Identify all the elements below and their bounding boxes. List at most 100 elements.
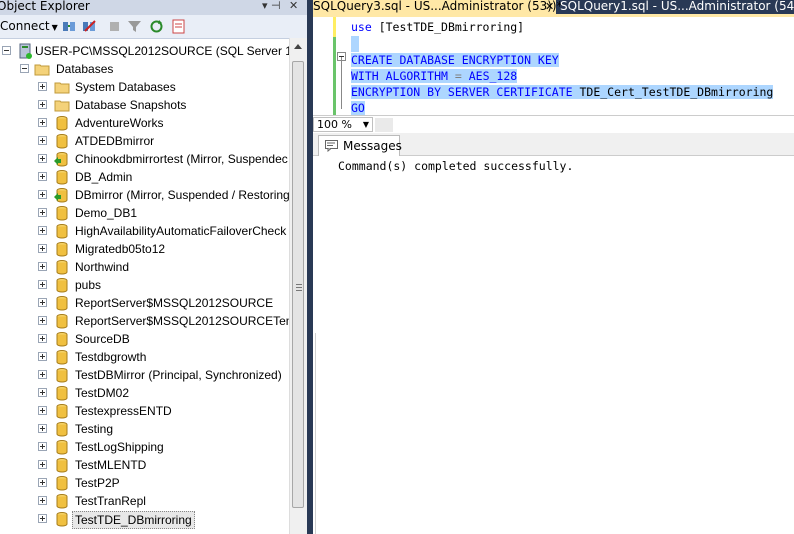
outline-line [341, 57, 342, 109]
expand-icon[interactable] [38, 388, 47, 397]
database-icon [56, 116, 68, 131]
expand-icon[interactable] [38, 118, 47, 127]
close-icon[interactable]: ✕ [289, 0, 298, 12]
zoom-select[interactable]: 100 % ▼ [313, 117, 373, 132]
expand-icon[interactable] [38, 460, 47, 469]
database-label: Testdbgrowth [75, 350, 147, 364]
expand-icon[interactable] [38, 514, 47, 523]
filter-icon[interactable] [127, 19, 142, 34]
close-icon[interactable]: ✕ [545, 0, 554, 13]
database-icon [56, 386, 68, 401]
expand-icon[interactable] [38, 280, 47, 289]
database-label: TestexpressENTD [75, 404, 172, 418]
collapse-icon[interactable] [2, 46, 11, 55]
database-label: TestDBMirror (Principal, Synchronized) [75, 368, 282, 382]
tree-node-database[interactable]: TestLogShipping [0, 438, 289, 456]
server-icon [19, 43, 32, 59]
database-label: DBmirror (Mirror, Suspended / Restoring [75, 188, 289, 202]
keyword: WITH ALGORITHM [351, 69, 448, 83]
result-message: Command(s) completed successfully. [338, 159, 574, 173]
query-editor[interactable]: use [TestTDE_DBmirroring] CREATE DATABAS… [313, 17, 794, 115]
unsaved-change-marker [333, 17, 336, 37]
object-explorer-panel: Object Explorer ▾ ⊣ ✕ Connect ▼ USER-PC\M… [0, 0, 307, 534]
tree-node-database[interactable]: System Databases [0, 78, 289, 96]
tree-node-database[interactable]: DB_Admin [0, 168, 289, 186]
keyword: use [351, 20, 372, 34]
expand-icon[interactable] [38, 352, 47, 361]
collapse-icon[interactable] [20, 64, 29, 73]
database-icon [56, 332, 68, 347]
expand-icon[interactable] [38, 406, 47, 415]
code-line-5: ENCRYPTION BY SERVER CERTIFICATE TDE_Cer… [351, 84, 774, 100]
expand-icon[interactable] [38, 172, 47, 181]
code-text: [TestTDE_DBmirroring] [371, 20, 525, 34]
expand-icon[interactable] [38, 370, 47, 379]
tree-node-database[interactable]: Demo_DB1 [0, 204, 289, 222]
database-label: Northwind [75, 260, 130, 274]
tree-node-database[interactable]: Migratedb05to12 [0, 240, 289, 258]
disconnect-icon[interactable] [82, 19, 97, 34]
tree-node-database[interactable]: ReportServer$MSSQL2012SOURCETempI [0, 312, 289, 330]
tree-node-database[interactable]: Testing [0, 420, 289, 438]
object-explorer-titlebar: Object Explorer ▾ ⊣ ✕ [0, 0, 307, 15]
tree-node-database[interactable]: ATDEDBmirror [0, 132, 289, 150]
expand-icon[interactable] [38, 334, 47, 343]
database-label: SourceDB [75, 332, 130, 346]
expand-icon[interactable] [38, 136, 47, 145]
summary-icon[interactable] [171, 19, 186, 34]
tree-node-database[interactable]: HighAvailabilityAutomaticFailoverCheck [0, 222, 289, 240]
database-label: pubs [75, 278, 102, 292]
expand-icon[interactable] [38, 478, 47, 487]
expand-icon[interactable] [38, 226, 47, 235]
database-label: ATDEDBmirror [75, 134, 155, 148]
messages-icon [325, 140, 338, 152]
expand-icon[interactable] [38, 208, 47, 217]
tree-node-database[interactable]: TestexpressENTD [0, 402, 289, 420]
database-icon [56, 278, 68, 293]
tree-node-databases[interactable]: Databases [0, 60, 289, 78]
database-icon [56, 134, 68, 149]
expand-icon[interactable] [38, 496, 47, 505]
expand-icon[interactable] [38, 244, 47, 253]
database-icon [56, 314, 68, 329]
tree-node-database[interactable]: ReportServer$MSSQL2012SOURCE [0, 294, 289, 312]
tree-node-database[interactable]: AdventureWorks [0, 114, 289, 132]
connect-button[interactable]: Connect ▼ [0, 19, 58, 33]
expand-icon[interactable] [38, 100, 47, 109]
tree-node-database[interactable]: SourceDB [0, 330, 289, 348]
tab-sqlquery1[interactable]: SQLQuery1.sql - US...Administrator (54))… [560, 0, 794, 14]
tree-node-database[interactable]: Northwind [0, 258, 289, 276]
scrollbar-thumb[interactable] [292, 61, 304, 508]
tree-node-database[interactable]: DBmirror (Mirror, Suspended / Restoring [0, 186, 289, 204]
tree-node-database[interactable]: TestDBMirror (Principal, Synchronized) [0, 366, 289, 384]
expand-icon[interactable] [38, 298, 47, 307]
expand-icon[interactable] [38, 82, 47, 91]
tree-node-database[interactable]: TestMLENTD [0, 456, 289, 474]
object-explorer-scrollbar[interactable] [289, 38, 307, 534]
tree-node-database[interactable]: TestTDE_DBmirroring [0, 510, 289, 529]
tree-node-database[interactable]: TestTranRepl [0, 492, 289, 510]
pin-icon[interactable]: ▾ ⊣ [262, 0, 281, 12]
refresh-icon[interactable] [149, 19, 164, 34]
tab-messages[interactable]: Messages [318, 135, 402, 156]
connect-server-icon[interactable] [62, 19, 77, 34]
stop-icon[interactable] [107, 19, 122, 34]
expand-icon[interactable] [38, 262, 47, 271]
expand-icon[interactable] [38, 442, 47, 451]
expand-icon[interactable] [38, 154, 47, 163]
tree-node-database[interactable]: TestP2P [0, 474, 289, 492]
code-text: TDE_Cert_TestTDE_DBmirroring [572, 85, 774, 99]
expand-icon[interactable] [38, 424, 47, 433]
horizontal-scrollbar[interactable] [375, 118, 393, 132]
tree-node-database[interactable]: Testdbgrowth [0, 348, 289, 366]
tab-sqlquery3[interactable]: SQLQuery3.sql - US...Administrator (53))… [313, 0, 563, 14]
database-label: System Databases [75, 80, 176, 94]
tree-node-database[interactable]: Database Snapshots [0, 96, 289, 114]
tree-node-server[interactable]: USER-PC\MSSQL2012SOURCE (SQL Server 11.0… [0, 42, 289, 60]
scroll-up-icon[interactable] [294, 44, 302, 49]
expand-icon[interactable] [38, 316, 47, 325]
expand-icon[interactable] [38, 190, 47, 199]
tree-node-database[interactable]: TestDM02 [0, 384, 289, 402]
tree-node-database[interactable]: Chinookdbmirrortest (Mirror, Suspendec [0, 150, 289, 168]
tree-node-database[interactable]: pubs [0, 276, 289, 294]
